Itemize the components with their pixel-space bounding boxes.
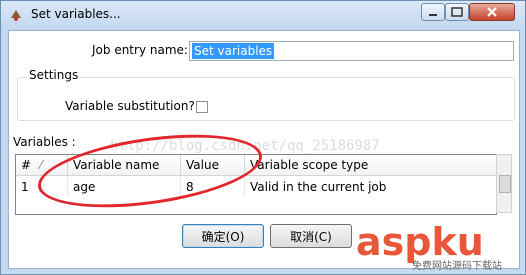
variables-label: Variables :: [13, 135, 76, 149]
column-header-scope[interactable]: Variable scope type: [245, 155, 496, 175]
site-logo: aspku 免费网站源码下载站: [356, 221, 526, 275]
job-entry-name-value: Set variables: [192, 43, 275, 59]
maximize-button[interactable]: [445, 3, 469, 21]
sort-icon: ⁄: [40, 158, 43, 172]
maximize-icon: [451, 7, 463, 17]
table-scrollbar[interactable]: [496, 154, 512, 213]
app-icon: [11, 10, 21, 21]
close-button[interactable]: [469, 3, 515, 21]
cancel-button[interactable]: 取消(C): [270, 224, 352, 248]
job-entry-name-label: Job entry name:: [92, 43, 188, 57]
scrollbar-thumb[interactable]: [499, 175, 511, 193]
logo-tagline: 免费网站源码下载站: [412, 261, 502, 272]
minimize-button[interactable]: [421, 3, 445, 21]
ok-button[interactable]: 确定(O): [182, 224, 264, 248]
cell-scope[interactable]: Valid in the current job: [245, 177, 496, 197]
close-icon: [487, 7, 497, 17]
window-title: Set variables...: [31, 7, 121, 21]
title-bar[interactable]: Set variables...: [1, 1, 525, 29]
variable-substitution-label: Variable substitution?: [65, 99, 195, 113]
job-entry-name-input[interactable]: Set variables: [189, 41, 514, 61]
settings-title: Settings: [27, 68, 81, 82]
minimize-icon: [429, 14, 437, 16]
variable-substitution-checkbox[interactable]: [196, 101, 208, 113]
